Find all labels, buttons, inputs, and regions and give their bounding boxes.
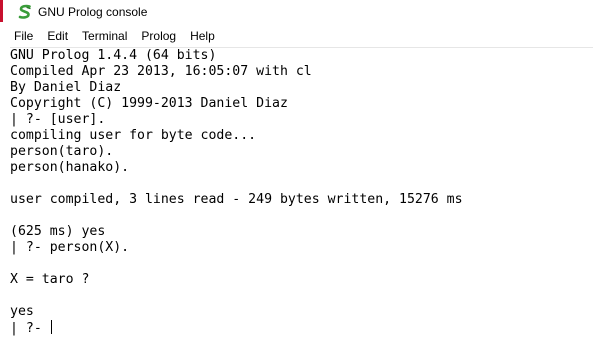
- console-line: person(taro).: [10, 144, 114, 159]
- background-window-edge: [0, 0, 4, 352]
- gnu-prolog-s-icon: [18, 4, 31, 19]
- console-line: user compiled, 3 lines read - 249 bytes …: [10, 192, 463, 207]
- menu-bar: File Edit Terminal Prolog Help: [4, 26, 593, 46]
- console-line: By Daniel Diaz: [10, 80, 122, 95]
- prompt-text: | ?-: [10, 321, 50, 336]
- menu-terminal[interactable]: Terminal: [75, 26, 134, 46]
- console-line: Compiled Apr 23 2013, 16:05:07 with cl: [10, 64, 312, 79]
- console-line: X = taro ?: [10, 272, 90, 287]
- window-title: GNU Prolog console: [38, 5, 148, 19]
- console-line: GNU Prolog 1.4.4 (64 bits): [10, 48, 217, 63]
- console-output: GNU Prolog 1.4.4 (64 bits) Compiled Apr …: [10, 48, 463, 336]
- console-line: Copyright (C) 1999-2013 Daniel Diaz: [10, 96, 288, 111]
- background-window-strip: [0, 0, 3, 22]
- console-line: | ?- [user].: [10, 112, 106, 127]
- menu-file[interactable]: File: [4, 26, 40, 46]
- console-line: | ?- person(X).: [10, 240, 130, 255]
- console-line: person(hanako).: [10, 160, 130, 175]
- menu-prolog[interactable]: Prolog: [134, 26, 183, 46]
- menu-help[interactable]: Help: [183, 26, 222, 46]
- console-line: compiling user for byte code...: [10, 128, 257, 143]
- console-line: yes: [10, 304, 34, 319]
- title-bar[interactable]: GNU Prolog console: [4, 0, 593, 26]
- console-text-area[interactable]: GNU Prolog 1.4.4 (64 bits) Compiled Apr …: [10, 47, 593, 352]
- prompt-line[interactable]: | ?-: [10, 320, 463, 336]
- prolog-console-window: GNU Prolog console File Edit Terminal Pr…: [4, 0, 593, 352]
- console-line: (625 ms) yes: [10, 224, 106, 239]
- menu-edit[interactable]: Edit: [40, 26, 75, 46]
- text-cursor: [50, 320, 52, 334]
